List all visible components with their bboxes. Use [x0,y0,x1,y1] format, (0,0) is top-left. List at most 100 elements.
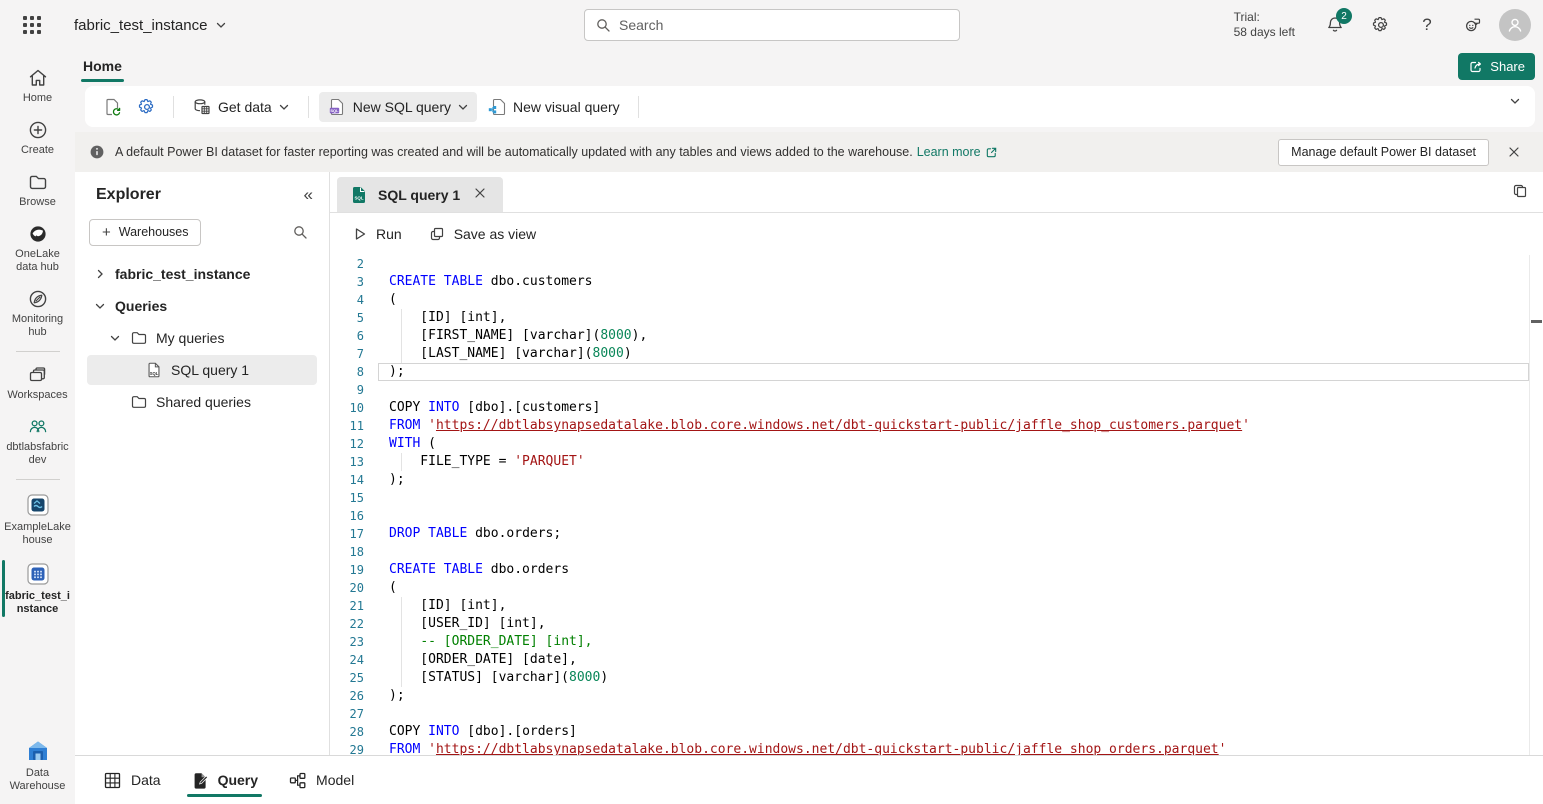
code-line-14[interactable]: 14); [330,471,1543,489]
learn-more-link[interactable]: Learn more [917,145,998,159]
code-line-20[interactable]: 20( [330,579,1543,597]
new-visual-query-button[interactable]: New visual query [479,92,628,122]
account-avatar[interactable] [1499,9,1531,41]
code-text: DROP TABLE dbo.orders; [389,525,561,543]
code-line-15[interactable]: 15 [330,489,1543,507]
code-line-8[interactable]: 8); [330,363,1543,381]
rail-item-data-warehouse[interactable]: Data Warehouse [2,731,74,800]
code-text: ); [389,471,405,489]
rail-item-label: OneLake data hub [4,248,72,274]
tab-close-button[interactable] [469,184,491,205]
tree-item-shared-queries[interactable]: Shared queries [87,387,317,417]
code-text: CREATE TABLE dbo.customers [389,273,593,291]
help-button[interactable]: ? [1407,5,1447,45]
dataset-settings-button[interactable] [131,92,163,122]
code-line-5[interactable]: 5 [ID] [int], [330,309,1543,327]
rail-item-label: Create [4,144,72,157]
code-line-29[interactable]: 29FROM 'https://dbtlabsynapsedatalake.bl… [330,741,1543,755]
workspace-title-dropdown[interactable]: fabric_test_instance [74,17,227,34]
rail-item-fabric-test-instance[interactable]: fabric_test_instance [2,554,74,623]
line-number: 15 [330,489,364,507]
waffle-menu-button[interactable] [8,0,56,50]
rail-item-label: Browse [4,196,72,209]
manage-dataset-button[interactable]: Manage default Power BI dataset [1278,139,1489,166]
rail-item-workspaces[interactable]: Workspaces [2,357,74,409]
code-line-6[interactable]: 6 [FIRST_NAME] [varchar](8000), [330,327,1543,345]
line-number: 13 [330,453,364,471]
save-as-view-button[interactable]: Save as view [428,225,536,243]
line-number: 28 [330,723,364,741]
code-line-12[interactable]: 12 WITH ( [330,435,1543,453]
code-line-11[interactable]: 11FROM 'https://dbtlabsynapsedatalake.bl… [330,417,1543,435]
rail-item-examplelakehouse[interactable]: ExampleLakehouse [2,485,74,554]
code-line-3[interactable]: 3 CREATE TABLE dbo.customers [330,273,1543,291]
view-tab-query[interactable]: Query [183,756,266,804]
rail-item-create[interactable]: Create [2,112,74,164]
run-button[interactable]: Run [352,226,402,242]
global-search[interactable] [584,9,960,41]
code-line-19[interactable]: 19CREATE TABLE dbo.orders [330,561,1543,579]
code-line-21[interactable]: 21 [ID] [int], [330,597,1543,615]
code-line-7[interactable]: 7 [LAST_NAME] [varchar](8000) [330,345,1543,363]
copy-button[interactable] [1511,182,1529,205]
view-tab-model[interactable]: Model [280,756,362,804]
code-line-10[interactable]: 10COPY INTO [dbo].[customers] [330,399,1543,417]
rail-item-onelake-data-hub[interactable]: OneLake data hub [2,216,74,281]
code-line-2[interactable]: 2 [330,255,1543,273]
chevron-right-icon[interactable] [93,268,107,280]
line-number: 23 [330,633,364,651]
code-line-26[interactable]: 26); [330,687,1543,705]
chevron-down-icon[interactable] [108,332,122,344]
notifications-button[interactable]: 2 [1315,5,1355,45]
view-tab-data[interactable]: Data [95,756,169,804]
collapse-panel-button[interactable]: « [304,185,313,205]
tree-item-sql-query-1[interactable]: SQLSQL query 1 [87,355,317,385]
rail-item-browse[interactable]: Browse [2,164,74,216]
code-line-16[interactable]: 16 [330,507,1543,525]
query-action-bar: Run Save as view [330,213,1543,255]
code-line-23[interactable]: 23 -- [ORDER_DATE] [int], [330,633,1543,651]
code-line-9[interactable]: 9 [330,381,1543,399]
rail-item-dbtlabsfabricdev[interactable]: dbtlabsfabricdev [2,409,74,474]
view-switcher-bar: Data Query Model [75,755,1543,804]
close-icon [473,186,487,200]
sql-code-editor[interactable]: 23 CREATE TABLE dbo.customers4(5 [ID] [in… [330,255,1543,755]
rail-item-monitoring-hub[interactable]: Monitoring hub [2,281,74,346]
tree-item-label: SQL query 1 [171,362,249,378]
sql-file-icon: SQL [349,185,369,205]
line-number: 12 [330,435,364,453]
code-line-18[interactable]: 18 [330,543,1543,561]
tab-home[interactable]: Home [81,50,124,82]
toolbar-divider [638,96,639,118]
rail-item-label: fabric_test_instance [4,590,72,616]
code-text: WITH ( [389,435,436,453]
tree-item-fabric-test-instance[interactable]: fabric_test_instance [87,259,317,289]
chevron-down-icon[interactable] [93,300,107,312]
ribbon-collapse-button[interactable] [1509,94,1521,112]
explorer-search-button[interactable] [285,217,315,247]
code-line-4[interactable]: 4( [330,291,1543,309]
editor-scrollbar-mark[interactable] [1531,320,1542,323]
code-line-13[interactable]: 13 FILE_TYPE = 'PARQUET' [330,453,1543,471]
refresh-dataset-button[interactable] [97,92,129,122]
code-line-27[interactable]: 27 [330,705,1543,723]
share-button[interactable]: Share [1458,53,1535,80]
feedback-button[interactable] [1453,5,1493,45]
code-line-24[interactable]: 24 [ORDER_DATE] [date], [330,651,1543,669]
tree-item-queries[interactable]: Queries [87,291,317,321]
code-line-28[interactable]: 28COPY INTO [dbo].[orders] [330,723,1543,741]
settings-button[interactable] [1361,5,1401,45]
get-data-button[interactable]: Get data [184,92,298,122]
line-number: 3 [330,273,364,291]
add-warehouses-button[interactable]: + Warehouses [89,219,201,246]
banner-close-button[interactable] [1499,137,1529,167]
new-sql-query-button[interactable]: SQL New SQL query [319,92,477,122]
tab-sql-query-1[interactable]: SQL SQL query 1 [337,177,503,212]
search-input[interactable] [619,17,949,33]
tree-item-my-queries[interactable]: My queries [87,323,317,353]
code-line-22[interactable]: 22 [USER_ID] [int], [330,615,1543,633]
code-line-25[interactable]: 25 [STATUS] [varchar](8000) [330,669,1543,687]
rail-item-home[interactable]: Home [2,60,74,112]
line-number: 21 [330,597,364,615]
code-line-17[interactable]: 17DROP TABLE dbo.orders; [330,525,1543,543]
